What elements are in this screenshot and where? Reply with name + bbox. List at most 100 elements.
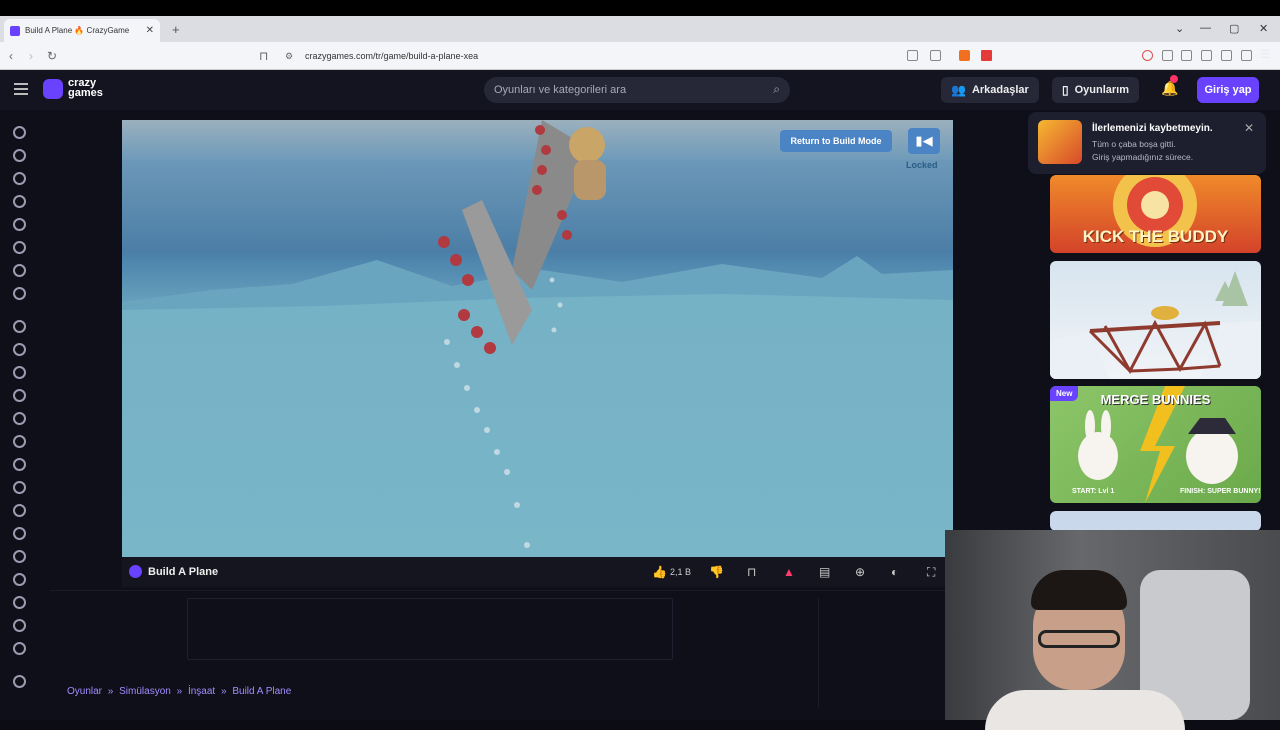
- reload-icon[interactable]: ↻: [47, 49, 57, 63]
- updated-icon[interactable]: [13, 218, 26, 231]
- tab-favicon-icon: [10, 25, 20, 36]
- new-tab-icon[interactable]: +: [172, 22, 180, 37]
- wallet-icon[interactable]: [1201, 50, 1212, 61]
- address-bar: ‹ › ↻ ⊓ ⚙ crazygames.com/tr/game/build-a…: [0, 42, 1280, 70]
- thumbs-down-icon[interactable]: 👎: [709, 565, 724, 579]
- sidebar-icon[interactable]: [1181, 50, 1192, 61]
- card-title: MERGE BUNNIES: [1100, 392, 1211, 407]
- game-card-merge-bunnies[interactable]: New MERGE BUNNIES START: Lvl 1 FINISH: S…: [1050, 386, 1261, 503]
- login-button[interactable]: Giriş yap: [1197, 77, 1259, 103]
- camera-locked-label: Locked: [906, 160, 938, 170]
- soccer-icon[interactable]: [13, 596, 26, 609]
- camera-icon[interactable]: ▮◀: [908, 128, 940, 154]
- my-games-button[interactable]: ▯ Oyunlarım: [1052, 77, 1140, 103]
- game-card-kick-the-buddy[interactable]: KICK THE BUDDY: [1050, 175, 1261, 253]
- toast-close-icon[interactable]: ✕: [1244, 121, 1254, 135]
- maximize-icon[interactable]: ▢: [1229, 22, 1239, 35]
- bookmark-icon[interactable]: ⊓: [259, 49, 268, 63]
- friends-button[interactable]: 👥 Arkadaşlar: [941, 77, 1039, 103]
- driving-icon[interactable]: [13, 458, 26, 471]
- streamer-shirt: [985, 690, 1185, 730]
- game-canvas[interactable]: Return to Build Mode ▮◀ Locked: [122, 120, 953, 557]
- puzzle-icon[interactable]: [1162, 50, 1173, 61]
- progress-toast: İlerlemenizi kaybetmeyin. Tüm o çaba boş…: [1028, 112, 1266, 174]
- bookmark-game-icon[interactable]: ⊓: [747, 565, 756, 579]
- casual-icon[interactable]: [13, 389, 26, 402]
- thumbs-up-icon[interactable]: 👍: [652, 565, 667, 579]
- toast-heading: İlerlemenizi kaybetmeyin.: [1092, 123, 1213, 134]
- clicker-icon[interactable]: [13, 412, 26, 425]
- feedback-icon[interactable]: ▤: [819, 565, 830, 579]
- game-card-bridge[interactable]: [1050, 261, 1261, 379]
- browser-tab[interactable]: Build A Plane 🔥 CrazyGame ✕: [4, 19, 160, 42]
- fullscreen-icon[interactable]: ⛶: [927, 565, 935, 580]
- tab-close-icon[interactable]: ✕: [146, 25, 154, 36]
- toast-line-2: Giriş yapmadığınız sürece.: [1092, 152, 1194, 162]
- trending-icon[interactable]: [13, 195, 26, 208]
- menu-icon[interactable]: ☰: [1260, 48, 1271, 61]
- basketball-icon[interactable]: [13, 573, 26, 586]
- breadcrumb-separator: »: [107, 686, 114, 697]
- tag-icon[interactable]: [13, 675, 26, 688]
- site-info-icon[interactable]: ⚙: [285, 51, 293, 62]
- breadcrumb-item[interactable]: Simülasyon: [119, 686, 171, 697]
- report-icon[interactable]: ▲: [783, 565, 795, 579]
- window-close-icon[interactable]: ✕: [1259, 22, 1268, 35]
- card-title: KICK THE BUDDY: [1082, 227, 1229, 246]
- help-icon[interactable]: [13, 642, 26, 655]
- new-icon[interactable]: [13, 172, 26, 185]
- io-icon[interactable]: [13, 481, 26, 494]
- side-ad-placeholder: [818, 598, 946, 708]
- back-icon[interactable]: ‹: [9, 49, 13, 63]
- breadcrumb-item[interactable]: Build A Plane: [232, 686, 291, 697]
- rewards-icon[interactable]: [981, 50, 992, 61]
- multiplayer-icon[interactable]: [13, 264, 26, 277]
- streamer-glasses: [1038, 630, 1120, 648]
- game-logo-icon: [129, 565, 142, 578]
- search-icon[interactable]: ⌕: [773, 82, 780, 97]
- game-toolbar: Build A Plane 👍 2,1 B 👎 ⊓ ▲ ▤ ⊕ ◐ ⛶: [122, 557, 945, 587]
- home-icon[interactable]: [13, 126, 26, 139]
- breadcrumb-item[interactable]: İnşaat: [188, 686, 215, 697]
- forward-icon[interactable]: ›: [29, 49, 33, 63]
- notification-bell-icon[interactable]: 🔔: [1161, 75, 1178, 97]
- webcam-overlay: [945, 530, 1280, 730]
- hamburger-icon[interactable]: [14, 83, 28, 95]
- theater-mode-icon[interactable]: ◐: [891, 565, 898, 579]
- originals-icon[interactable]: [13, 241, 26, 254]
- return-to-build-mode-button[interactable]: Return to Build Mode: [780, 130, 892, 152]
- like-count: 2,1 B: [670, 567, 692, 577]
- breadcrumb-item[interactable]: Oyunlar: [67, 686, 102, 697]
- shooting-icon[interactable]: [13, 504, 26, 517]
- crazygames-logo-icon[interactable]: [43, 79, 63, 99]
- record-icon[interactable]: [1142, 50, 1153, 61]
- cast-icon[interactable]: [930, 50, 941, 61]
- leo-icon[interactable]: [1221, 50, 1232, 61]
- extension-icon[interactable]: [907, 50, 918, 61]
- crazygames-page: crazy games ⌕ 👥 Arkadaşlar ▯ Oyunlarım 🔔…: [0, 70, 1280, 730]
- share-icon[interactable]: ⊕: [855, 565, 865, 579]
- site-logo-text[interactable]: crazy games: [68, 78, 118, 99]
- game-card-partial[interactable]: [1050, 511, 1261, 531]
- adventure-icon[interactable]: [13, 343, 26, 356]
- friends-icon: 👥: [951, 83, 966, 97]
- url-field[interactable]: crazygames.com/tr/game/build-a-plane-xea: [305, 51, 478, 61]
- two-player-icon[interactable]: [13, 287, 26, 300]
- search-box[interactable]: ⌕: [484, 77, 790, 103]
- search-input[interactable]: [494, 82, 754, 98]
- side-navigation: [0, 110, 40, 720]
- minimize-icon[interactable]: —: [1200, 22, 1211, 34]
- sports-icon[interactable]: [13, 527, 26, 540]
- mahjong-icon[interactable]: [13, 550, 26, 563]
- puzzle-category-icon[interactable]: [13, 366, 26, 379]
- brave-shield-icon[interactable]: [959, 50, 970, 61]
- plane-model: [438, 120, 606, 548]
- action-icon[interactable]: [13, 320, 26, 333]
- bridge-art: [1050, 271, 1261, 379]
- word-icon[interactable]: [13, 435, 26, 448]
- notification-badge: [1170, 75, 1178, 83]
- recent-icon[interactable]: [13, 149, 26, 162]
- space-icon[interactable]: [13, 619, 26, 632]
- vpn-icon[interactable]: [1241, 50, 1252, 61]
- tab-list-icon[interactable]: ⌄: [1175, 22, 1184, 35]
